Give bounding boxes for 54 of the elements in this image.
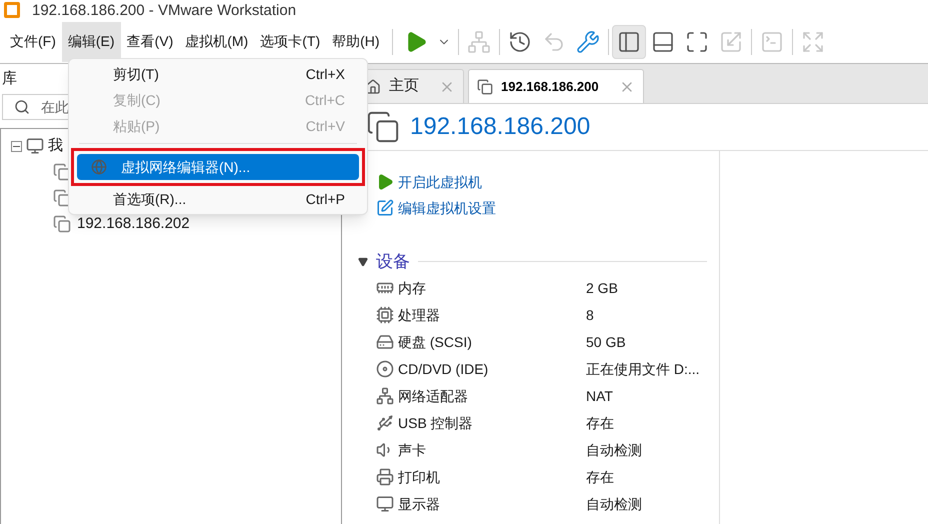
play-icon bbox=[376, 173, 394, 191]
device-value: NAT bbox=[586, 386, 613, 406]
usb-icon bbox=[376, 414, 394, 432]
computer-icon bbox=[26, 137, 44, 155]
device-name: 内存 bbox=[398, 278, 427, 298]
monitor-icon bbox=[376, 495, 394, 513]
vm-icon bbox=[366, 110, 400, 144]
menu-entry[interactable]: 虚拟网络编辑器(N)... bbox=[77, 154, 359, 180]
disc-icon bbox=[376, 360, 394, 378]
menu-entry[interactable]: 首选项(R)... Ctrl+P bbox=[69, 186, 367, 212]
vm-icon bbox=[477, 78, 493, 94]
search-icon bbox=[14, 99, 30, 115]
globe-icon bbox=[91, 159, 107, 175]
device-value: 2 GB bbox=[586, 278, 618, 298]
vm-icon bbox=[53, 215, 71, 233]
device-value: 50 GB bbox=[586, 332, 626, 352]
device-name: 声卡 bbox=[398, 440, 427, 460]
menu-item[interactable]: 查看(V) bbox=[120, 22, 180, 62]
chip-icon bbox=[376, 306, 394, 324]
device-name: 处理器 bbox=[398, 306, 441, 324]
device-value: 存在 bbox=[586, 414, 614, 432]
edit-settings-icon bbox=[376, 199, 394, 217]
menu-item[interactable]: 帮助(H) bbox=[326, 22, 386, 62]
device-name: 打印机 bbox=[398, 468, 441, 486]
action-link[interactable]: 开启此虚拟机 bbox=[398, 172, 482, 192]
device-name: 网络适配器 bbox=[398, 386, 469, 406]
network-icon bbox=[376, 387, 394, 405]
sidebar-layout-icon[interactable] bbox=[612, 24, 646, 58]
device-name: CD/DVD (IDE) bbox=[398, 360, 490, 379]
tree-item[interactable]: 我 bbox=[48, 134, 63, 158]
device-name: 硬盘 (SCSI) bbox=[398, 332, 473, 352]
home-icon bbox=[365, 78, 381, 94]
tab[interactable]: 192.168.186.200 bbox=[468, 69, 644, 103]
action-link[interactable]: 编辑虚拟机设置 bbox=[398, 198, 496, 218]
device-name: USB 控制器 bbox=[398, 414, 474, 432]
window-title: 192.168.186.200 - VMware Workstation bbox=[32, 2, 296, 18]
section-title: 设备 bbox=[376, 251, 410, 273]
device-value: 存在 bbox=[586, 468, 614, 486]
menu-item[interactable]: 虚拟机(M) bbox=[179, 22, 254, 62]
printer-icon bbox=[376, 468, 394, 486]
tree-item[interactable]: 192.168.186.202 bbox=[77, 212, 190, 236]
menu-item[interactable]: 编辑(E) bbox=[62, 22, 121, 62]
device-value: 正在使用文件 D:... bbox=[586, 360, 700, 378]
menu-item[interactable]: 选项卡(T) bbox=[254, 22, 326, 62]
collapse-triangle-icon[interactable] bbox=[358, 256, 368, 267]
menu-item[interactable]: 文件(F) bbox=[4, 22, 62, 62]
device-value: 自动检测 bbox=[586, 494, 642, 514]
device-name: 显示器 bbox=[398, 494, 441, 514]
app-logo-icon bbox=[4, 2, 20, 18]
device-value: 自动检测 bbox=[586, 440, 642, 460]
library-title: 库 bbox=[2, 68, 17, 89]
vm-title: 192.168.186.200 bbox=[410, 112, 590, 142]
device-value: 8 bbox=[586, 306, 594, 324]
collapse-toggle[interactable] bbox=[11, 140, 22, 152]
